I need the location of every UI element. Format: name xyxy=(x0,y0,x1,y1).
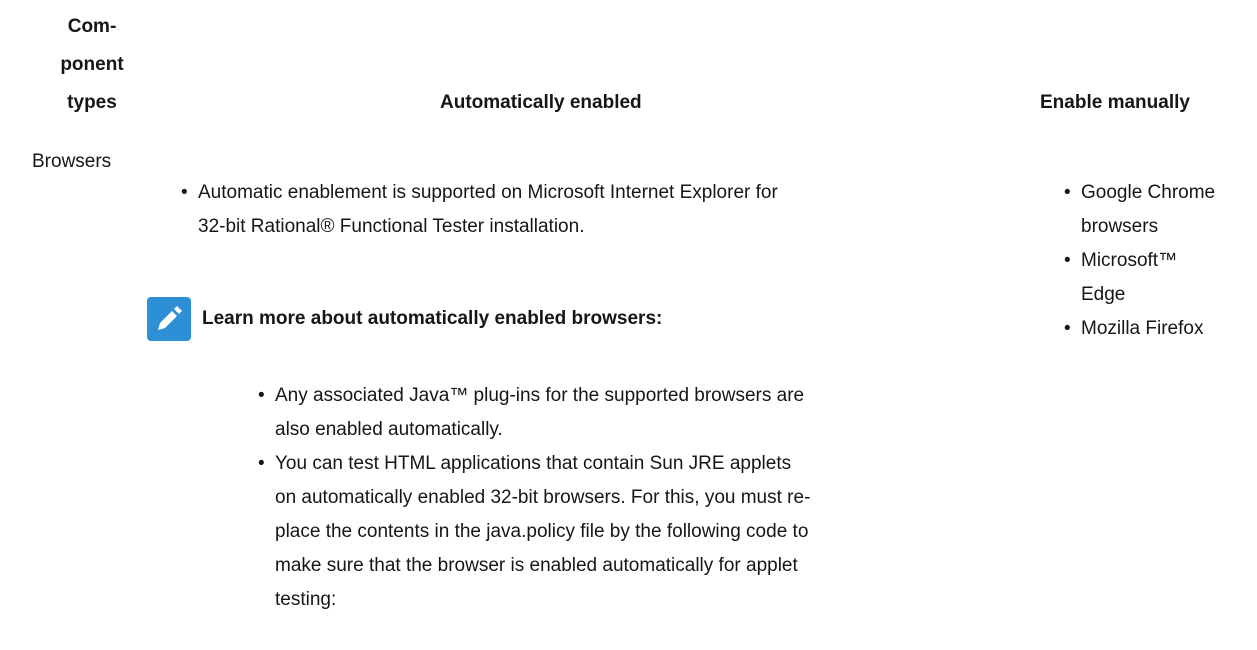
list-item-line: testing: xyxy=(275,589,337,610)
note-title: Learn more about automatically enabled b… xyxy=(202,308,663,329)
list-item-line: 32-bit Rational® Functional Tester insta… xyxy=(198,216,585,237)
component-header-line: types xyxy=(67,92,117,113)
pencil-icon xyxy=(147,297,191,341)
list-item: Automatic enablement is supported on Mic… xyxy=(181,176,1001,244)
enable-manually-header: Enable manually xyxy=(1040,92,1190,113)
list-item-line: Mozilla Firefox xyxy=(1081,318,1204,339)
list-item: Google Chrome browsers xyxy=(1064,176,1254,244)
list-item-line: place the contents in the java.policy fi… xyxy=(275,521,809,542)
automatic-list: Automatic enablement is supported on Mic… xyxy=(181,176,1001,244)
list-item-line: on automatically enabled 32-bit browsers… xyxy=(275,487,811,508)
list-item: Microsoft™ Edge xyxy=(1064,244,1254,312)
list-item: Mozilla Firefox xyxy=(1064,312,1254,346)
list-item-line: You can test HTML applications that cont… xyxy=(275,453,792,474)
list-item-line: also enabled automatically. xyxy=(275,419,503,440)
component-types-header: Com- ponent types xyxy=(42,8,142,122)
note-list: Any associated Java™ plug-ins for the su… xyxy=(258,379,978,617)
list-item-line: Google Chrome xyxy=(1081,182,1216,203)
list-item-line: browsers xyxy=(1081,216,1159,237)
list-item-line: Edge xyxy=(1081,284,1126,305)
list-item-line: Any associated Java™ plug-ins for the su… xyxy=(275,385,805,406)
list-item: You can test HTML applications that cont… xyxy=(258,447,978,617)
component-cell-browsers: Browsers xyxy=(32,151,112,172)
list-item: Any associated Java™ plug-ins for the su… xyxy=(258,379,978,447)
component-header-line: ponent xyxy=(60,54,124,75)
list-item-line: Microsoft™ xyxy=(1081,250,1178,271)
list-item-line: Automatic enablement is supported on Mic… xyxy=(198,182,778,203)
component-header-line: Com- xyxy=(67,16,117,37)
note-header: Learn more about automatically enabled b… xyxy=(147,292,662,346)
manual-list: Google Chrome browsers Microsoft™ Edge M… xyxy=(1064,176,1254,346)
automatically-enabled-header: Automatically enabled xyxy=(440,92,642,113)
list-item-line: make sure that the browser is enabled au… xyxy=(275,555,798,576)
